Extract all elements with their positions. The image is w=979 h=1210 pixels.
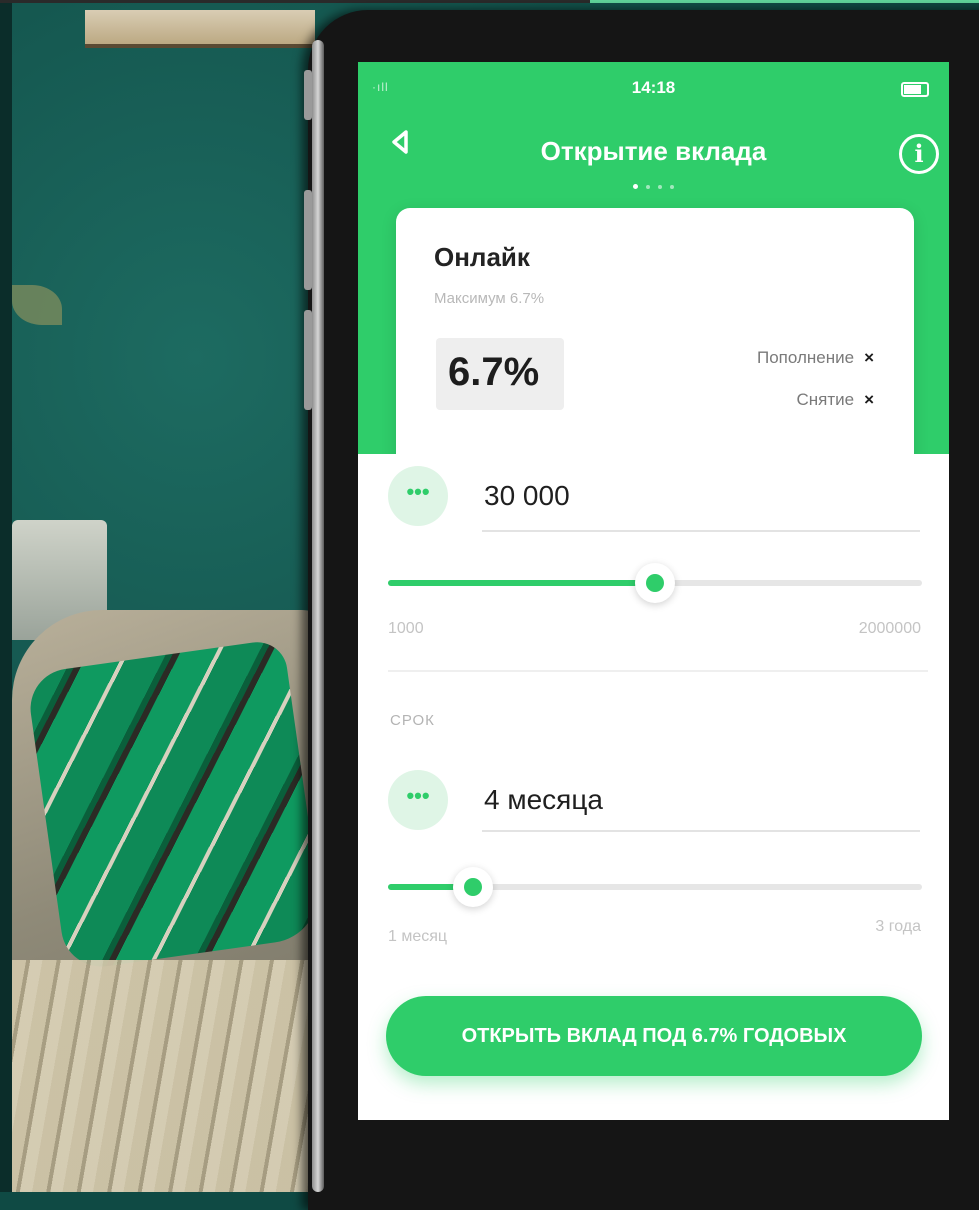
page-title: Открытие вклада [540,136,767,166]
wall-picture-frame [85,10,315,48]
amount-underline [482,530,920,532]
phone-screen: ·ıll 14:18 Открытие вклада i Онлайк Макс… [358,62,949,1120]
term-underline [482,830,920,832]
phone-volume-down [304,310,312,410]
amount-max-label: 2000000 [858,620,921,637]
term-section-label: СРОК [390,712,435,729]
left-edge-shadow [0,0,12,1192]
status-bar: ·ıll 14:18 [358,76,949,100]
amount-value[interactable]: 30 000 [484,480,570,512]
deposit-subtitle: Максимум 6.7% [434,290,545,307]
pager-dot [658,185,662,189]
feature-withdrawal: Снятие × [796,390,874,410]
phone-volume-up [304,190,312,290]
phone-edge [312,40,324,1192]
feature-label: Пополнение [757,348,855,367]
cross-icon: × [864,348,874,367]
phone-mute-switch [304,70,312,120]
plant-leaf [12,285,62,325]
open-deposit-button[interactable]: ОТКРЫТЬ ВКЛАД ПОД 6.7% ГОДОВЫХ [386,996,922,1076]
amount-menu-button[interactable]: ••• [388,466,448,526]
feature-replenishment: Пополнение × [757,348,874,368]
blanket [12,960,332,1192]
term-min-label: 1 месяц [388,928,448,945]
term-value[interactable]: 4 месяца [484,784,603,816]
more-dots-icon: ••• [406,479,430,504]
amount-slider-fill [388,580,655,586]
info-icon: i [914,139,924,168]
cross-icon: × [864,390,874,409]
status-time: 14:18 [631,78,676,97]
amount-min-label: 1000 [388,620,424,637]
info-button[interactable]: i [899,134,939,174]
more-dots-icon: ••• [406,783,430,808]
section-divider [388,670,928,672]
battery-icon [901,82,929,97]
term-menu-button[interactable]: ••• [388,770,448,830]
pager-dot [633,184,638,189]
deposit-name: Онлайк [434,242,530,272]
pager-dot [670,185,674,189]
top-accent-line [590,0,979,3]
term-slider-thumb[interactable] [453,867,494,907]
term-max-label: 3 года [875,918,921,935]
striped-pillow [25,638,325,972]
feature-label: Снятие [796,390,855,409]
pager-dots [358,176,949,194]
rate-value: 6.7% [448,350,540,394]
pager-dot [646,185,650,189]
amount-slider-thumb[interactable] [635,563,675,603]
